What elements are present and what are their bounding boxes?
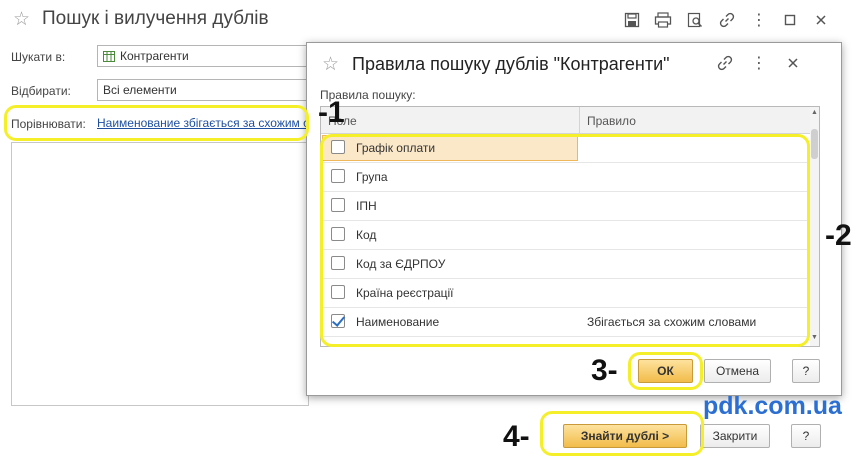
dialog-help-button[interactable]: ?	[792, 359, 820, 383]
select-value: Всі елементи	[103, 83, 177, 97]
table-row[interactable]: ІПН	[321, 192, 811, 221]
print-icon[interactable]	[653, 10, 673, 30]
row-checkbox[interactable]	[331, 198, 345, 212]
main-titlebar: ☆ Пошук і вилучення дублів ⋮	[0, 0, 868, 40]
row-field-name: Група	[356, 170, 388, 184]
annotation-4: 4-	[503, 420, 530, 453]
close-icon[interactable]	[783, 53, 803, 73]
cancel-button[interactable]: Отмена	[704, 359, 771, 383]
preview-icon[interactable]	[685, 10, 705, 30]
annotation-3: 3-	[591, 354, 618, 387]
search-in-field[interactable]: Контрагенти	[97, 45, 312, 67]
table-row[interactable]: Код	[321, 221, 811, 250]
link-icon[interactable]	[715, 53, 735, 73]
compare-label: Порівнювати:	[11, 117, 86, 131]
annotation-1: -1	[318, 96, 345, 129]
row-field-name: ІПН	[356, 199, 377, 213]
table-header: Поле Правило	[321, 107, 811, 134]
table-row[interactable]: Графік оплати	[321, 134, 811, 163]
row-checkbox[interactable]	[331, 140, 345, 154]
row-checkbox[interactable]	[331, 285, 345, 299]
watermark: pdk.com.ua	[703, 392, 842, 420]
scroll-up-icon[interactable]: ▲	[810, 109, 819, 116]
table-scrollbar[interactable]: ▲ ▼	[810, 107, 819, 346]
select-field[interactable]: Всі елементи	[97, 79, 312, 101]
column-header-rule[interactable]: Правило	[587, 114, 636, 128]
find-duplicates-button[interactable]: Знайти дублі >	[563, 424, 687, 448]
link-icon[interactable]	[717, 10, 737, 30]
table-row[interactable]: Наименование Збігається за схожим словам…	[321, 308, 811, 337]
row-field-name: Код	[356, 228, 377, 242]
table-row[interactable]: Група	[321, 163, 811, 192]
window-title: Пошук і вилучення дублів	[42, 8, 269, 29]
scroll-thumb[interactable]	[811, 129, 818, 159]
annotation-2: -2	[825, 219, 852, 252]
row-checkbox[interactable]	[331, 169, 345, 183]
compare-link[interactable]: Наименование збігається за схожим словам…	[97, 116, 307, 130]
more-icon[interactable]: ⋮	[749, 10, 769, 30]
search-in-value: Контрагенти	[120, 49, 189, 63]
search-rules-dialog: ☆ Правила пошуку дублів "Контрагенти" ⋮ …	[306, 42, 842, 396]
dialog-title: Правила пошуку дублів "Контрагенти"	[352, 54, 670, 74]
select-label: Відбирати:	[11, 84, 71, 98]
row-field-name: Наименование	[356, 315, 440, 329]
row-checkbox[interactable]	[331, 314, 345, 328]
row-field-name: Країна реєстрації	[356, 286, 454, 300]
star-icon[interactable]: ☆	[13, 8, 30, 31]
close-icon[interactable]	[811, 10, 831, 30]
star-icon[interactable]: ☆	[322, 53, 339, 76]
rules-table: Поле Правило Графік оплати Група ІПН Код…	[320, 106, 820, 347]
row-checkbox[interactable]	[331, 256, 345, 270]
close-button[interactable]: Закрити	[700, 424, 770, 448]
row-field-name: Графік оплати	[356, 141, 436, 155]
maximize-icon[interactable]	[780, 10, 800, 30]
help-button[interactable]: ?	[791, 424, 821, 448]
table-row[interactable]: Код за ЄДРПОУ	[321, 250, 811, 279]
results-area	[11, 142, 309, 406]
save-icon[interactable]	[622, 10, 642, 30]
table-row[interactable]: Країна реєстрації	[321, 279, 811, 308]
row-rule: Збігається за схожим словами	[587, 315, 757, 329]
search-in-label: Шукати в:	[11, 50, 66, 64]
row-field-name: Код за ЄДРПОУ	[356, 257, 446, 271]
ok-button[interactable]: ОК	[638, 359, 693, 383]
more-icon[interactable]: ⋮	[749, 53, 769, 73]
scroll-down-icon[interactable]: ▼	[810, 334, 819, 341]
row-checkbox[interactable]	[331, 227, 345, 241]
catalog-icon	[103, 50, 115, 62]
